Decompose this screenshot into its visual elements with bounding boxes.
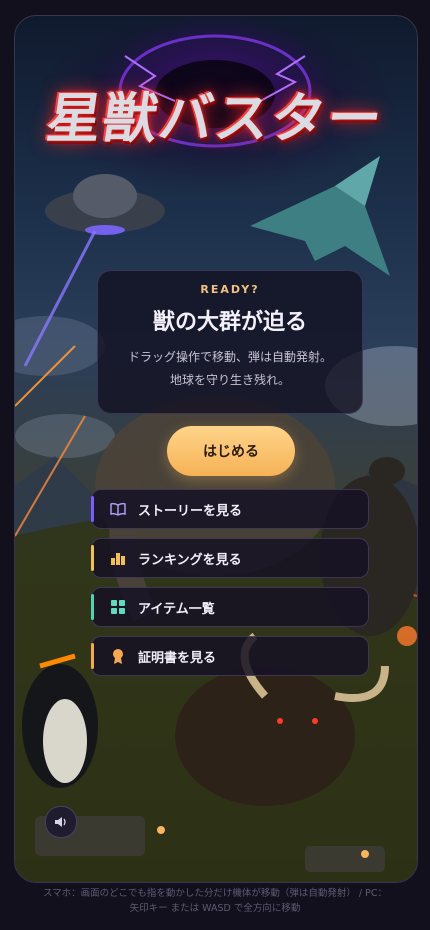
certificate-button-label: 証明書を見る [138,650,217,666]
controls-help-line-1: スマホ：画面のどこでも指を動かした分だけ機体が移動（弾は自動発射） / PC： [42,888,388,899]
intro-headline: 獣の大群が迫る [152,309,307,335]
accent-bar [91,594,94,620]
ranking-button-label: ランキングを見る [138,552,242,568]
accent-bar [91,545,94,571]
ready-label: READY? [200,283,260,296]
sound-toggle-button[interactable] [45,806,77,838]
items-button-label: アイテム一覧 [138,601,215,617]
description-line-1: ドラッグ操作で移動、弾は自動発射。 [127,350,332,364]
items-button[interactable]: アイテム一覧 [91,587,369,627]
description-line-2: 地球を守り生き残れ。 [169,373,291,387]
game-title-logo: 星獣バスター [42,87,388,150]
start-button[interactable]: はじめる [167,426,295,476]
story-button-label: ストーリーを見る [138,503,243,519]
controls-help: スマホ：画面のどこでも指を動かした分だけ機体が移動（弾は自動発射） / PC： … [16,886,414,916]
intro-card: READY? 獣の大群が迫る ドラッグ操作で移動、弾は自動発射。 地球を守り生き… [97,270,363,414]
accent-bar [91,496,94,522]
accent-bar [91,643,94,669]
story-button[interactable]: ストーリーを見る [91,489,369,529]
speaker-icon [54,813,68,832]
game-screen: 星獣バスター READY? 獣の大群が迫る ドラッグ操作で移動、弾は自動発射。 … [14,15,418,883]
grid-icon [110,599,126,615]
certificate-button[interactable]: 証明書を見る [91,636,369,676]
book-icon [110,501,126,517]
controls-help-line-2: 矢印キー または WASD で全方向に移動 [129,903,301,914]
medal-icon [110,648,126,664]
intro-description: ドラッグ操作で移動、弾は自動発射。 地球を守り生き残れ。 [98,346,362,392]
jet-illustration [250,156,390,276]
ranking-button[interactable]: ランキングを見る [91,538,369,578]
bar-chart-icon [110,550,126,566]
